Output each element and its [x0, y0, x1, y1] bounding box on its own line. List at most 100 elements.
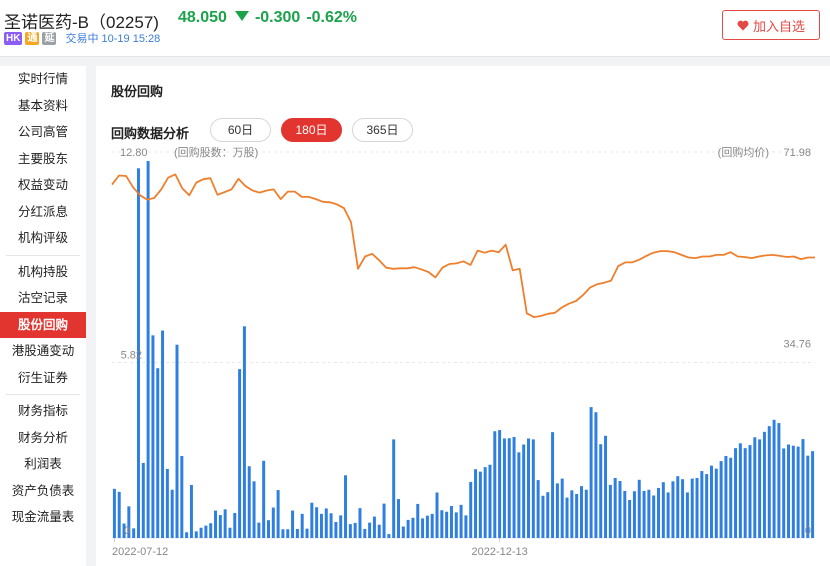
- bar-mark: [401, 526, 405, 538]
- right-tick-label: 71.98: [783, 147, 811, 159]
- connect-tag: 通: [25, 31, 40, 45]
- bar-mark: [305, 528, 309, 538]
- bar-mark: [782, 448, 786, 538]
- sidebar-item[interactable]: 财务指标: [0, 398, 86, 425]
- bar-mark: [666, 492, 670, 538]
- bar-mark: [753, 437, 757, 538]
- buyback-panel: 股份回购 回购数据分析 60日 180日 365日 12.80 (回购股数：万股)…: [96, 66, 830, 566]
- sidebar-item[interactable]: 分红派息: [0, 199, 86, 226]
- bar-mark: [772, 419, 776, 538]
- bar-mark: [295, 528, 299, 538]
- bar-mark: [527, 438, 530, 538]
- stock-tags: HK 通 延 交易中 10-19 15:28: [4, 30, 160, 46]
- sidebar-item[interactable]: 财务分析: [0, 425, 86, 452]
- bar-mark: [777, 423, 781, 538]
- bar-mark: [724, 455, 728, 538]
- bar-mark: [344, 475, 348, 538]
- sidebar-item[interactable]: 机构评级: [0, 225, 86, 252]
- sidebar-item[interactable]: 实时行情: [0, 66, 86, 93]
- left-tick-label: 12.80: [120, 147, 148, 159]
- bar-mark: [579, 486, 583, 538]
- bar-mark: [512, 436, 516, 538]
- bar-mark: [112, 488, 116, 538]
- bar-mark: [214, 510, 218, 538]
- bar-mark: [146, 161, 150, 538]
- bar-mark: [430, 513, 434, 538]
- bar-mark: [729, 457, 733, 538]
- sidebar-item[interactable]: 资产负债表: [0, 478, 86, 505]
- bar-mark: [266, 520, 270, 538]
- bar-mark: [637, 479, 641, 538]
- sidebar-item[interactable]: 港股通变动: [0, 338, 86, 365]
- bar-mark: [247, 466, 251, 538]
- bar-mark: [474, 469, 478, 538]
- sidebar-item[interactable]: 利润表: [0, 451, 86, 478]
- bar-mark: [218, 515, 222, 538]
- sidebar-item[interactable]: 沽空记录: [0, 285, 86, 312]
- bar-mark: [454, 512, 458, 538]
- bar-mark: [170, 489, 174, 538]
- bar-mark: [363, 528, 367, 538]
- bar-mark: [382, 503, 386, 538]
- bar-mark: [435, 492, 439, 538]
- bar-mark: [488, 464, 492, 538]
- bar-mark: [796, 446, 800, 538]
- sidebar-item[interactable]: 公司高管: [0, 119, 86, 146]
- bar-mark: [377, 524, 381, 538]
- bar-mark: [165, 468, 169, 538]
- sidebar-item[interactable]: 主要股东: [0, 146, 86, 173]
- bar-mark: [719, 461, 723, 538]
- down-arrow-icon: [234, 10, 249, 21]
- bar-mark: [392, 439, 396, 538]
- bar-mark: [560, 478, 564, 538]
- bar-mark: [478, 471, 482, 538]
- sidebar-item[interactable]: 机构持股: [0, 259, 86, 286]
- bar-mark: [811, 451, 815, 538]
- bar-mark: [339, 515, 343, 538]
- bar-mark: [565, 497, 569, 538]
- last-price: 48.050: [178, 9, 227, 26]
- bar-mark: [151, 335, 155, 538]
- bar-mark: [368, 522, 372, 538]
- bar-mark: [676, 476, 680, 538]
- bar-mark: [425, 515, 429, 538]
- bar-mark: [762, 431, 766, 538]
- bar-mark: [397, 499, 400, 538]
- bar-mark: [281, 529, 285, 538]
- bar-mark: [348, 524, 352, 538]
- bar-mark: [618, 481, 622, 538]
- bar-mark: [372, 516, 376, 538]
- bar-mark: [657, 487, 661, 538]
- bar-mark: [671, 481, 675, 538]
- bar-mark: [536, 480, 540, 538]
- bar-mark: [469, 481, 473, 538]
- stock-header: 圣诺医药-B（02257) 48.050 -0.300 -0.62% HK 通 延 …: [0, 0, 830, 57]
- bar-mark: [464, 515, 468, 538]
- sidebar-item[interactable]: 权益变动: [0, 172, 86, 199]
- bar-mark: [647, 489, 651, 538]
- bar-mark: [353, 522, 357, 538]
- bar-mark: [132, 528, 136, 538]
- trade-status: 交易中 10-19 15:28: [65, 33, 161, 45]
- bar-mark: [242, 326, 246, 538]
- add-watchlist-button[interactable]: 加入自选: [722, 10, 820, 40]
- bar-mark: [498, 430, 502, 538]
- bar-mark: [791, 445, 795, 538]
- bar-mark: [570, 490, 574, 538]
- sidebar-item[interactable]: 股份回购: [0, 311, 86, 338]
- sidebar-item[interactable]: 基本资料: [0, 93, 86, 120]
- bar-mark: [194, 531, 198, 538]
- bar-mark: [493, 431, 497, 538]
- sidebar-item[interactable]: 衍生证券: [0, 365, 86, 392]
- sidebar-divider: [6, 394, 80, 395]
- bar-mark: [117, 491, 121, 538]
- bar-mark: [329, 513, 333, 538]
- bar-mark: [319, 513, 323, 538]
- bar-mark: [551, 432, 555, 538]
- delayed-tag: 延: [42, 31, 57, 45]
- sidebar-item[interactable]: 现金流量表: [0, 504, 86, 531]
- bar-mark: [714, 468, 718, 538]
- bar-mark: [286, 529, 290, 538]
- bar-mark: [262, 460, 266, 538]
- bar-mark: [156, 368, 160, 538]
